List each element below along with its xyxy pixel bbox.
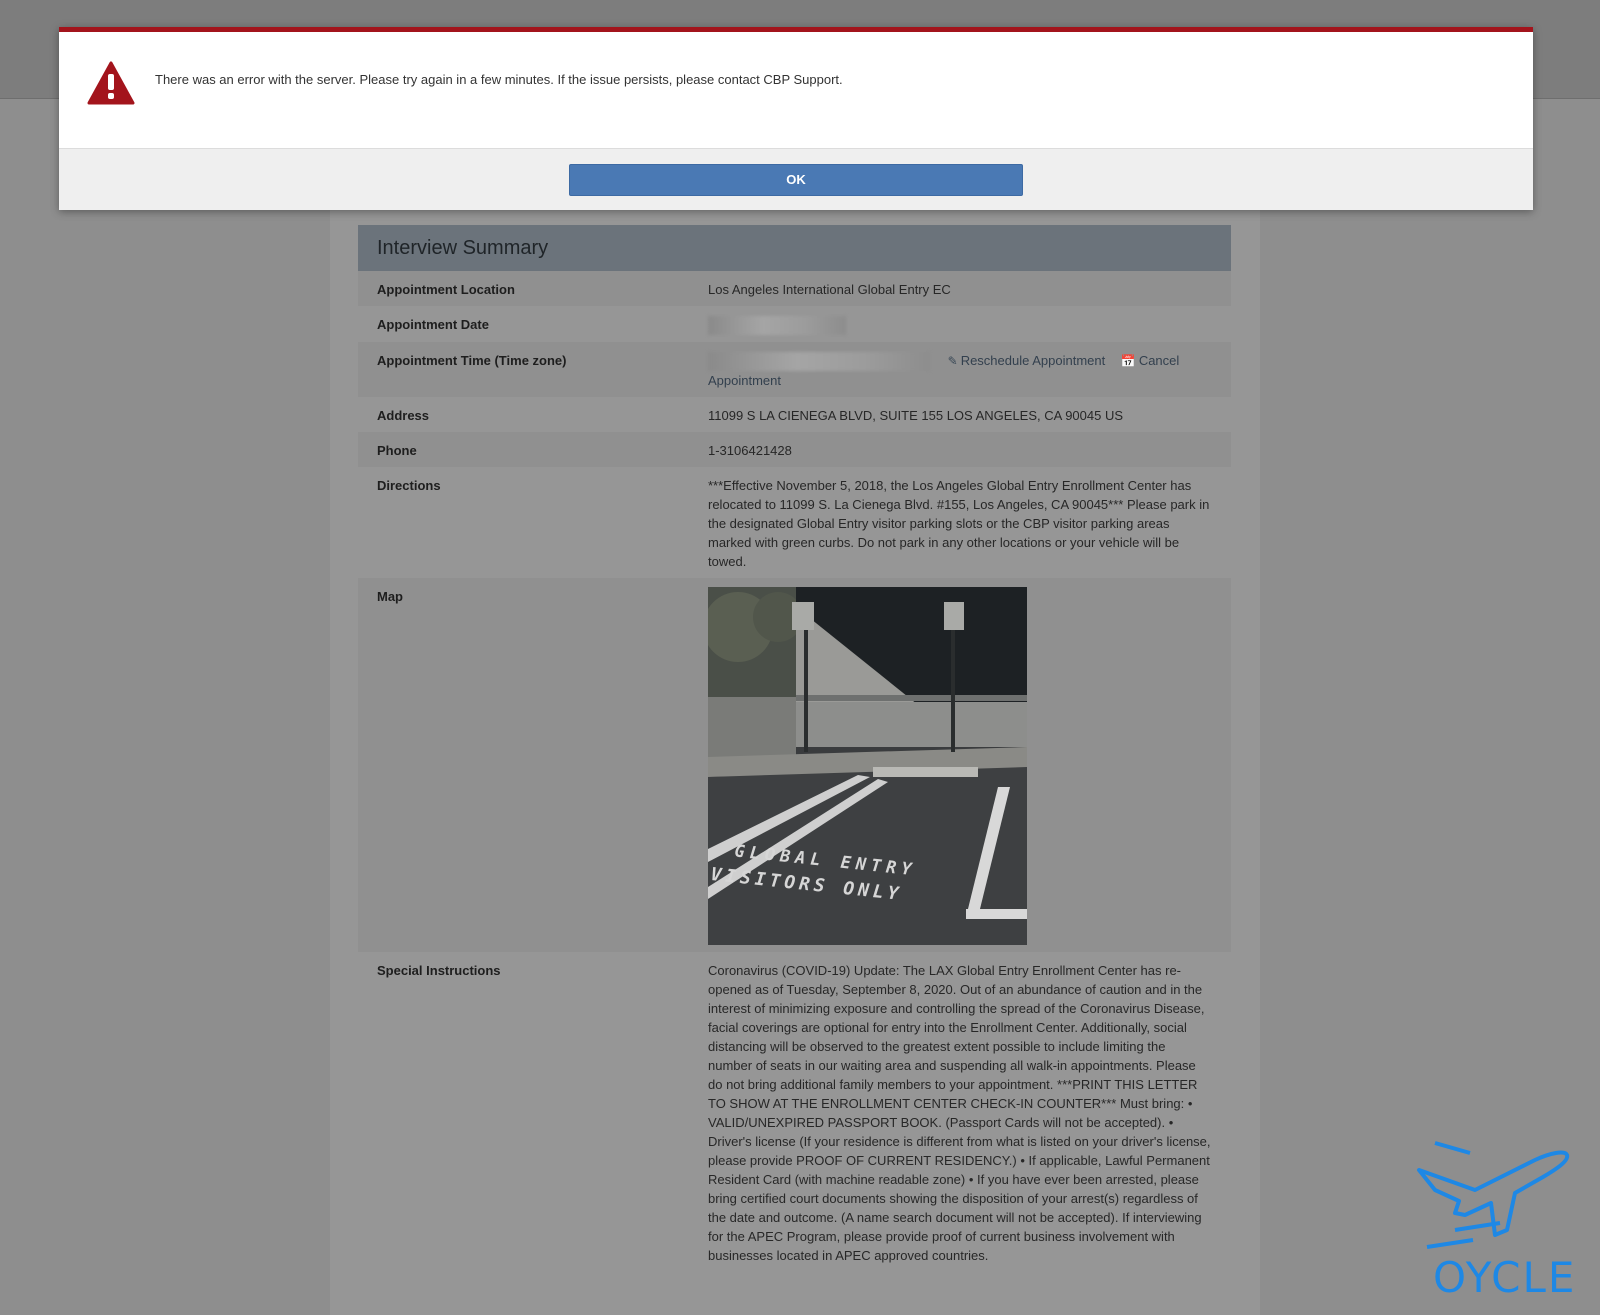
special-instructions-label: Special Instructions xyxy=(377,963,501,979)
row-map: Map GLOBAL ENTRY VISITORS ONLY xyxy=(358,578,1231,953)
special-instructions-value: Coronavirus (COVID-19) Update: The LAX G… xyxy=(708,963,1211,1264)
interview-summary-panel: Interview Summary Appointment Location L… xyxy=(358,225,1231,1272)
appointment-date-label: Appointment Date xyxy=(377,317,489,332)
row-directions: Directions ***Effective November 5, 2018… xyxy=(358,467,1231,578)
calendar-icon: 📅 xyxy=(1120,354,1136,369)
warning-triangle-icon xyxy=(87,61,135,110)
phone-label: Phone xyxy=(377,443,417,459)
map-value: GLOBAL ENTRY VISITORS ONLY xyxy=(708,587,1213,946)
cancel-label-cont: Appointment xyxy=(708,373,781,389)
ok-button[interactable]: OK xyxy=(569,163,1023,196)
directions-value: ***Effective November 5, 2018, the Los A… xyxy=(708,478,1210,570)
logo-text: OYCLE xyxy=(1433,1253,1577,1302)
appointment-location-value: Los Angeles International Global Entry E… xyxy=(708,282,951,297)
reschedule-appointment-link[interactable]: ✎ Reschedule Appointment xyxy=(948,353,1109,368)
reschedule-label: Reschedule Appointment xyxy=(960,353,1106,369)
row-appointment-time: Appointment Time (Time zone) ✎ Reschedule… xyxy=(358,342,1231,398)
row-appointment-date: Appointment Date xyxy=(358,306,1231,342)
address-value: 11099 S LA CIENEGA BLVD, SUITE 155 LOS A… xyxy=(708,408,1124,424)
appointment-location-label: Appointment Location xyxy=(377,282,515,297)
cancel-label: Cancel xyxy=(1138,353,1180,369)
appointment-date-value xyxy=(708,315,1213,336)
error-message: There was an error with the server. Plea… xyxy=(155,72,843,87)
phone-value: 1-3106421428 xyxy=(708,443,792,459)
airplane-icon xyxy=(1417,1141,1570,1249)
appointment-time-label: Appointment Time (Time zone) xyxy=(377,353,567,369)
redacted-date xyxy=(708,316,846,336)
parking-photo: GLOBAL ENTRY VISITORS ONLY xyxy=(708,587,1027,946)
row-phone: Phone 1-3106421428 xyxy=(358,432,1231,468)
summary-title: Interview Summary xyxy=(377,236,549,259)
appointment-time-value: ✎ Reschedule Appointment 📅 Cancel Appointm… xyxy=(708,351,1213,390)
summary-header: Interview Summary xyxy=(358,225,1231,271)
address-label: Address xyxy=(377,408,430,424)
error-dialog-body: There was an error with the server. Plea… xyxy=(59,32,1533,148)
row-special-instructions: Special Instructions Coronavirus (COVID-… xyxy=(358,952,1231,1272)
row-appointment-location: Appointment Location Los Angeles Interna… xyxy=(358,271,1231,306)
error-dialog-footer: OK xyxy=(59,148,1533,210)
oycle-logo: OYCLE xyxy=(1415,1135,1595,1302)
redacted-time xyxy=(708,352,930,372)
edit-icon: ✎ xyxy=(947,354,958,369)
row-address: Address 11099 S LA CIENEGA BLVD, SUITE 1… xyxy=(358,397,1231,432)
error-dialog: There was an error with the server. Plea… xyxy=(59,27,1533,210)
map-label: Map xyxy=(377,589,403,605)
directions-label: Directions xyxy=(377,478,441,494)
